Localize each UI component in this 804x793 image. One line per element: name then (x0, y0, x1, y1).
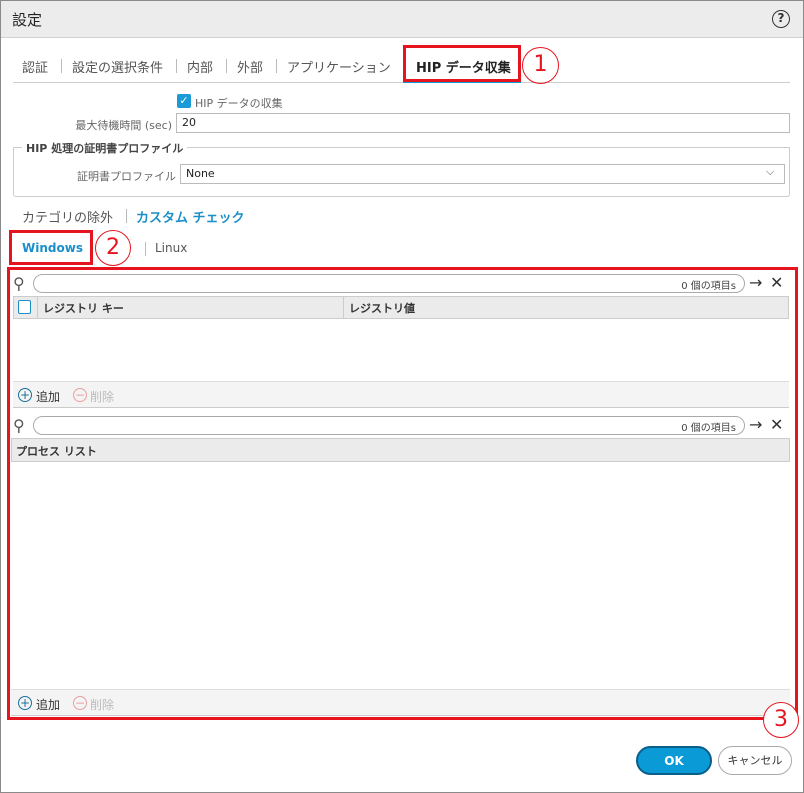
title-bar (1, 1, 803, 38)
cert-profile-label: 証明書プロファイル (77, 170, 176, 183)
max-wait-input[interactable]: 20 (176, 113, 790, 133)
tab-divider (276, 59, 277, 73)
hip-collect-checkbox[interactable]: ✓ (177, 94, 191, 108)
subtab-category-exclusion[interactable]: カテゴリの除外 (22, 207, 113, 226)
tab-selection-criteria[interactable]: 設定の選択条件 (72, 57, 163, 76)
ok-button[interactable]: OK (636, 746, 712, 775)
chevron-down-icon: ⌵ (766, 165, 775, 178)
subtab-divider (126, 209, 127, 223)
annotation-circle-2: 2 (95, 230, 131, 266)
annotation-circle-1: 1 (522, 47, 559, 84)
subtab-custom-check[interactable]: カスタム チェック (136, 207, 245, 226)
tab-divider (226, 59, 227, 73)
annotation-box-3 (7, 267, 798, 720)
annotation-circle-3: 3 (763, 702, 799, 738)
cert-profile-legend: HIP 処理の証明書プロファイル (22, 140, 188, 156)
tab-divider (61, 59, 62, 73)
help-icon[interactable]: ? (772, 10, 790, 28)
dialog-title: 設定 (12, 11, 43, 29)
cancel-button[interactable]: キャンセル (718, 746, 792, 775)
os-tab-divider (145, 242, 146, 256)
hip-collect-label: HIP データの収集 (195, 97, 283, 110)
tab-auth[interactable]: 認証 (22, 57, 48, 76)
tab-applications[interactable]: アプリケーション (287, 57, 391, 76)
annotation-box-1 (403, 45, 521, 82)
tab-internal[interactable]: 内部 (187, 57, 213, 76)
os-tab-linux[interactable]: Linux (155, 241, 187, 255)
annotation-box-2 (9, 230, 93, 265)
tab-external[interactable]: 外部 (237, 57, 263, 76)
tab-underline (13, 82, 790, 83)
max-wait-label: 最大待機時間 (sec) (75, 119, 172, 132)
cert-profile-select[interactable]: None (180, 164, 785, 184)
tab-divider (176, 59, 177, 73)
